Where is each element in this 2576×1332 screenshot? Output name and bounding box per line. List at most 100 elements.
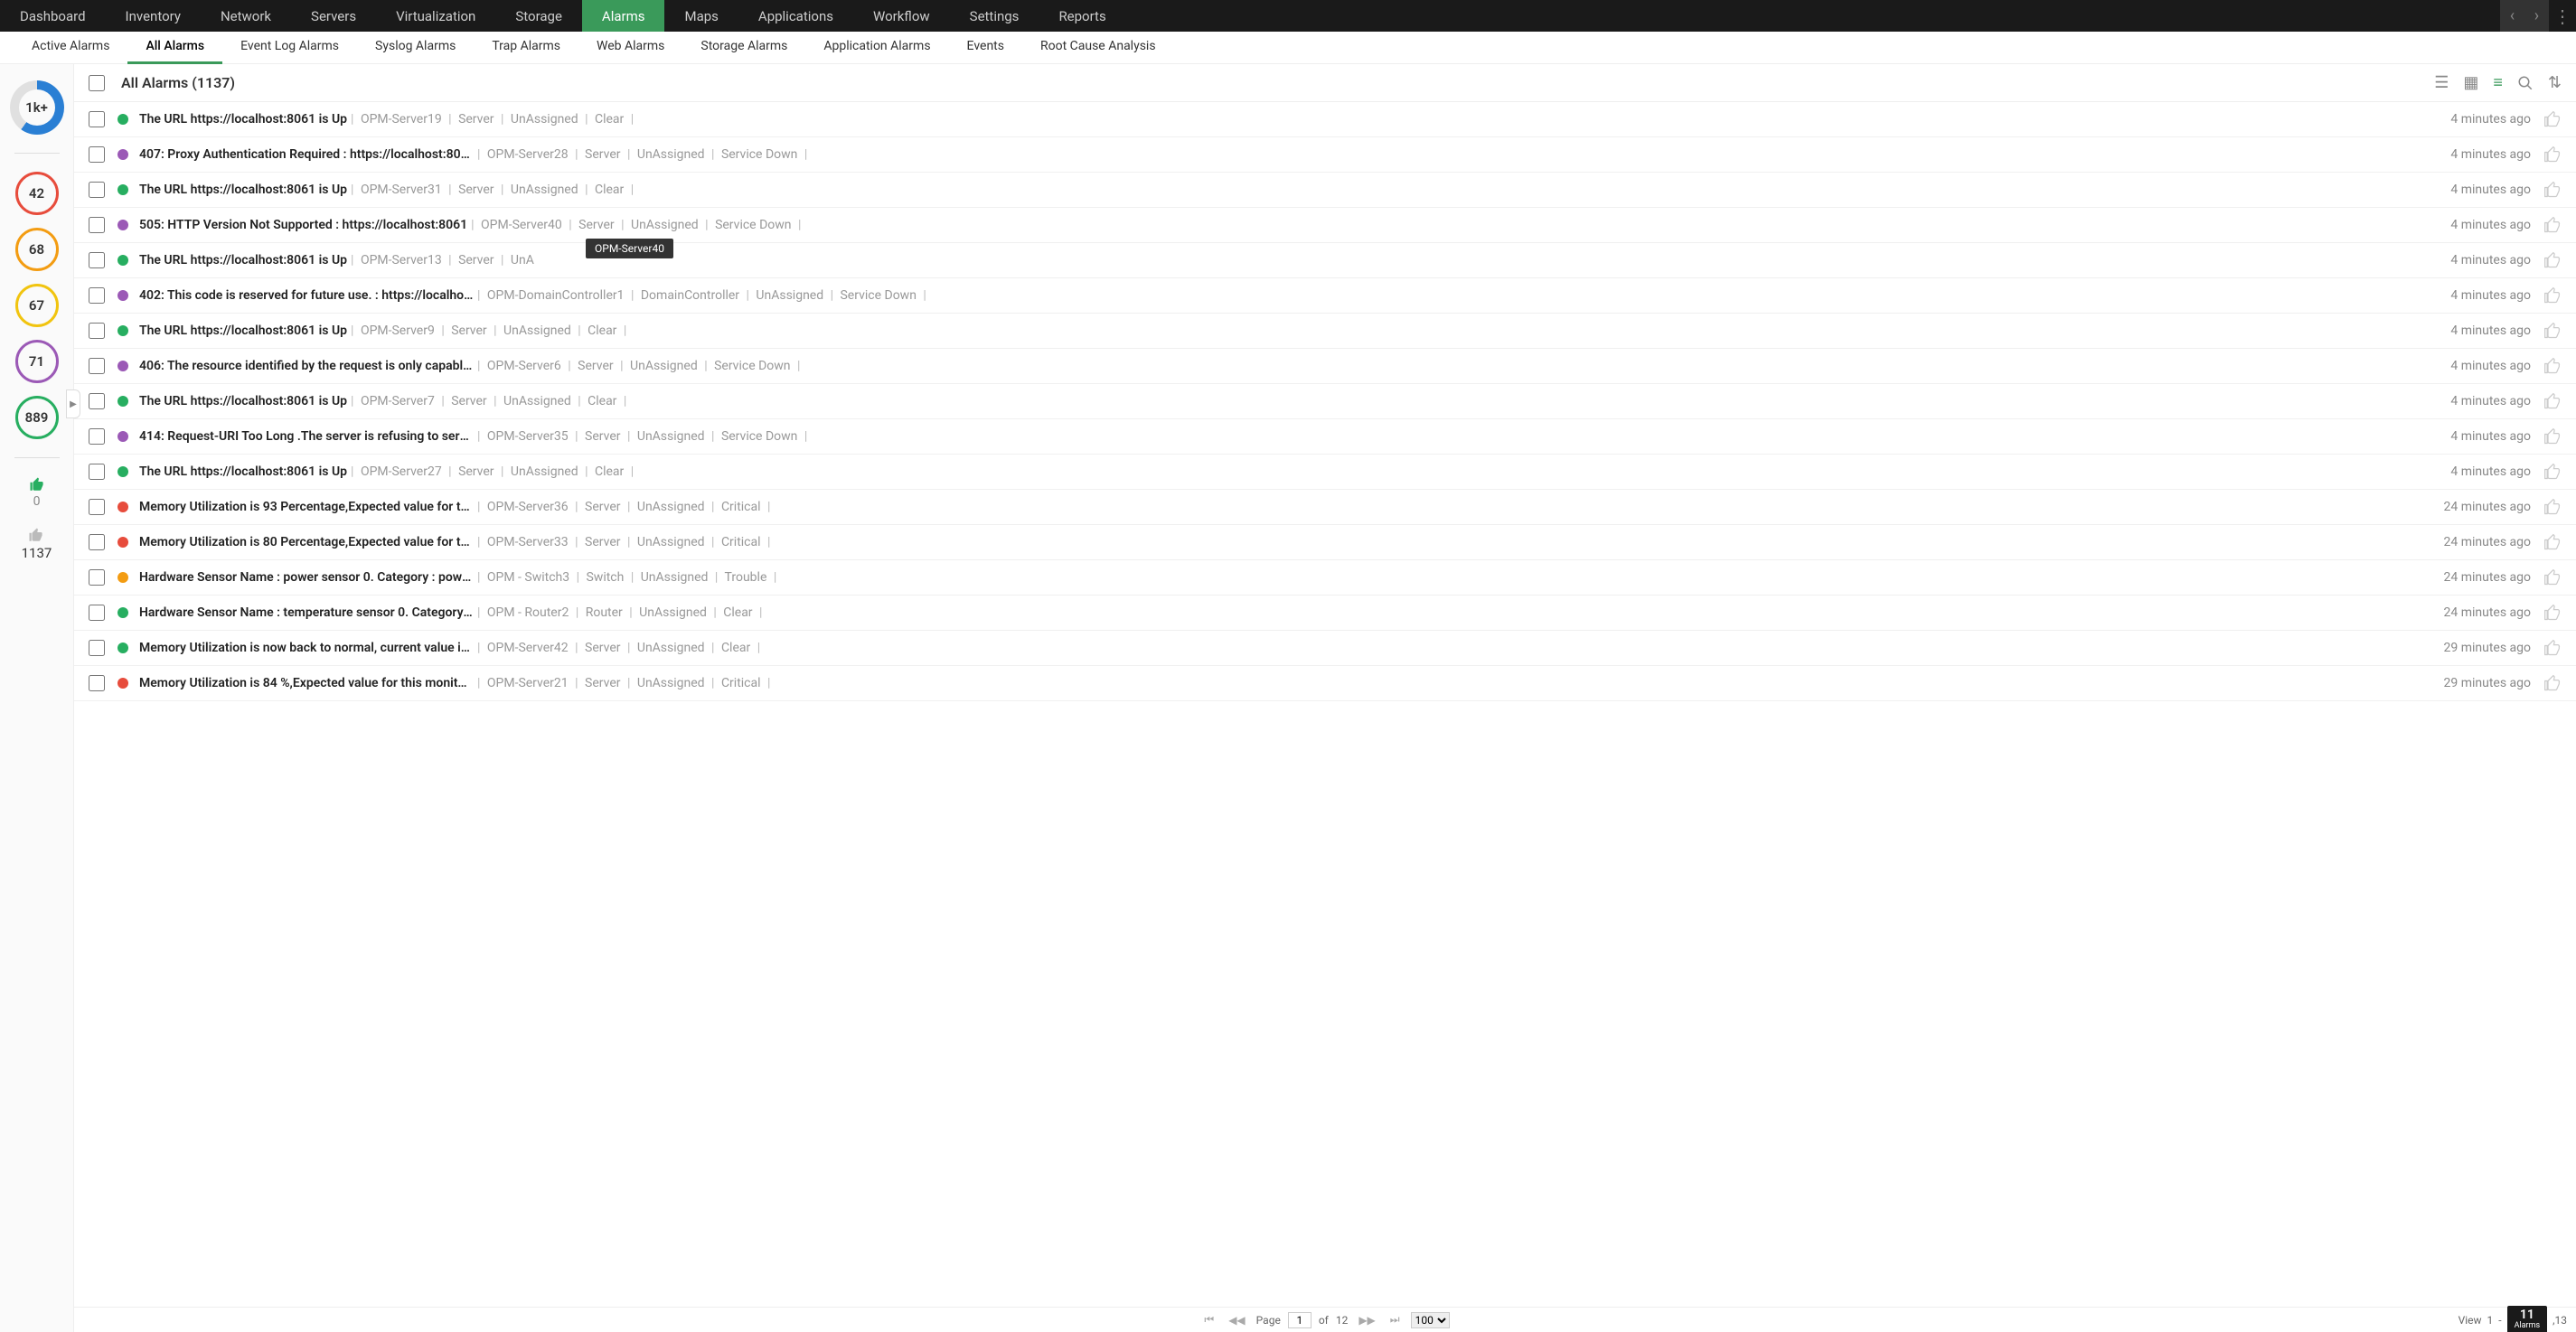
- alarm-like-button[interactable]: [2543, 427, 2562, 446]
- alarm-row[interactable]: 407: Proxy Authentication Required : htt…: [74, 137, 2576, 173]
- topnav-item-storage[interactable]: Storage: [495, 0, 582, 32]
- alarm-list: The URL https://localhost:8061 is Up | O…: [74, 102, 2576, 1307]
- list-view-icon[interactable]: ☰: [2434, 73, 2449, 92]
- alarm-row[interactable]: Memory Utilization is 84 %,Expected valu…: [74, 666, 2576, 701]
- app-menu-icon[interactable]: ⋮: [2549, 5, 2576, 27]
- nav-forward-button[interactable]: ›: [2524, 0, 2549, 32]
- search-icon[interactable]: [2517, 75, 2534, 91]
- alarm-row[interactable]: The URL https://localhost:8061 is Up | O…: [74, 384, 2576, 419]
- topnav-item-inventory[interactable]: Inventory: [106, 0, 201, 32]
- alarms-badge[interactable]: 11 Alarms: [2507, 1306, 2548, 1332]
- alarm-like-button[interactable]: [2543, 463, 2562, 481]
- topnav-item-maps[interactable]: Maps: [664, 0, 738, 32]
- topnav-item-network[interactable]: Network: [201, 0, 291, 32]
- alarm-like-button[interactable]: [2543, 286, 2562, 305]
- alarm-like-button[interactable]: [2543, 145, 2562, 164]
- sort-icon[interactable]: ⇅: [2548, 73, 2562, 92]
- subnav-item-web-alarms[interactable]: Web Alarms: [578, 32, 682, 64]
- next-page-button[interactable]: ▶▶: [1355, 1314, 1378, 1327]
- row-checkbox[interactable]: [89, 252, 105, 268]
- first-page-button[interactable]: ⏮: [1200, 1313, 1217, 1327]
- alarm-row[interactable]: Hardware Sensor Name : power sensor 0. C…: [74, 560, 2576, 596]
- topnav-item-settings[interactable]: Settings: [950, 0, 1039, 32]
- severity-ring-purple[interactable]: 71: [15, 340, 59, 383]
- alarm-like-button[interactable]: [2543, 604, 2562, 622]
- topnav-item-dashboard[interactable]: Dashboard: [0, 0, 106, 32]
- subnav-item-events[interactable]: Events: [949, 32, 1022, 64]
- severity-ring-yellow[interactable]: 67: [15, 284, 59, 327]
- alarm-like-button[interactable]: [2543, 498, 2562, 516]
- alarm-row[interactable]: Memory Utilization is 93 Percentage,Expe…: [74, 490, 2576, 525]
- alarm-like-button[interactable]: [2543, 639, 2562, 657]
- alarm-like-button[interactable]: [2543, 322, 2562, 340]
- subnav-item-all-alarms[interactable]: All Alarms: [127, 32, 222, 64]
- topnav-item-reports[interactable]: Reports: [1039, 0, 1125, 32]
- row-checkbox[interactable]: [89, 182, 105, 198]
- nav-back-button[interactable]: ‹: [2500, 0, 2524, 32]
- alarm-row[interactable]: 414: Request-URI Too Long .The server is…: [74, 419, 2576, 455]
- row-checkbox[interactable]: [89, 569, 105, 586]
- row-checkbox[interactable]: [89, 605, 105, 621]
- severity-ring-red[interactable]: 42: [15, 172, 59, 215]
- subnav-item-storage-alarms[interactable]: Storage Alarms: [682, 32, 805, 64]
- row-checkbox[interactable]: [89, 534, 105, 550]
- row-checkbox[interactable]: [89, 111, 105, 127]
- row-checkbox[interactable]: [89, 217, 105, 233]
- page-input[interactable]: [1288, 1312, 1312, 1328]
- subnav-item-active-alarms[interactable]: Active Alarms: [14, 32, 127, 64]
- select-all-checkbox[interactable]: [89, 75, 105, 91]
- total-alarms-donut[interactable]: 1k+: [10, 80, 64, 135]
- alarm-like-button[interactable]: [2543, 357, 2562, 375]
- subnav-item-trap-alarms[interactable]: Trap Alarms: [474, 32, 578, 64]
- alarm-row[interactable]: The URL https://localhost:8061 is Up | O…: [74, 102, 2576, 137]
- topnav-item-workflow[interactable]: Workflow: [853, 0, 950, 32]
- alarm-like-button[interactable]: [2543, 251, 2562, 269]
- row-checkbox[interactable]: [89, 464, 105, 480]
- row-checkbox[interactable]: [89, 428, 105, 445]
- row-checkbox[interactable]: [89, 287, 105, 304]
- alarm-row[interactable]: Memory Utilization is 80 Percentage,Expe…: [74, 525, 2576, 560]
- alarm-like-button[interactable]: [2543, 181, 2562, 199]
- alarm-row[interactable]: Hardware Sensor Name : temperature senso…: [74, 596, 2576, 631]
- status-dot-icon: [118, 220, 128, 230]
- alarm-like-button[interactable]: [2543, 392, 2562, 410]
- alarm-row[interactable]: 505: HTTP Version Not Supported : https:…: [74, 208, 2576, 243]
- subnav-item-event-log-alarms[interactable]: Event Log Alarms: [222, 32, 357, 64]
- prev-page-button[interactable]: ◀◀: [1225, 1314, 1248, 1327]
- grid-view-icon[interactable]: ▦: [2463, 73, 2478, 92]
- liked-alarms[interactable]: 0: [29, 476, 45, 509]
- topnav-item-alarms[interactable]: Alarms: [582, 0, 665, 32]
- alarm-like-button[interactable]: [2543, 216, 2562, 234]
- alarm-like-button[interactable]: [2543, 674, 2562, 692]
- row-checkbox[interactable]: [89, 393, 105, 409]
- alarm-like-button[interactable]: [2543, 533, 2562, 551]
- last-page-button[interactable]: ⏭: [1387, 1313, 1404, 1327]
- row-checkbox[interactable]: [89, 499, 105, 515]
- row-checkbox[interactable]: [89, 358, 105, 374]
- alarm-row[interactable]: 406: The resource identified by the requ…: [74, 349, 2576, 384]
- alarm-like-button[interactable]: [2543, 568, 2562, 586]
- alarm-row[interactable]: Memory Utilization is now back to normal…: [74, 631, 2576, 666]
- subnav-item-syslog-alarms[interactable]: Syslog Alarms: [357, 32, 474, 64]
- severity-ring-orange[interactable]: 68: [15, 228, 59, 271]
- row-checkbox[interactable]: [89, 323, 105, 339]
- alarm-like-button[interactable]: [2543, 110, 2562, 128]
- topnav-item-applications[interactable]: Applications: [738, 0, 853, 32]
- alarm-row[interactable]: The URL https://localhost:8061 is Up | O…: [74, 173, 2576, 208]
- row-checkbox[interactable]: [89, 146, 105, 163]
- page-size-select[interactable]: 100: [1411, 1312, 1450, 1328]
- subnav-item-root-cause-analysis[interactable]: Root Cause Analysis: [1022, 32, 1174, 64]
- severity-ring-green[interactable]: 889: [15, 396, 59, 439]
- alarm-row[interactable]: 402: This code is reserved for future us…: [74, 278, 2576, 314]
- alarm-row[interactable]: The URL https://localhost:8061 is Up | O…: [74, 455, 2576, 490]
- row-checkbox[interactable]: [89, 675, 105, 691]
- row-checkbox[interactable]: [89, 640, 105, 656]
- alarm-row[interactable]: The URL https://localhost:8061 is Up | O…: [74, 314, 2576, 349]
- topnav-item-servers[interactable]: Servers: [291, 0, 376, 32]
- all-alarms-count[interactable]: 1137: [22, 527, 52, 561]
- status-dot-icon: [118, 325, 128, 336]
- topnav-item-virtualization[interactable]: Virtualization: [376, 0, 495, 32]
- alarm-row[interactable]: The URL https://localhost:8061 is Up | O…: [74, 243, 2576, 278]
- detail-view-icon[interactable]: ≡: [2493, 73, 2503, 92]
- subnav-item-application-alarms[interactable]: Application Alarms: [805, 32, 948, 64]
